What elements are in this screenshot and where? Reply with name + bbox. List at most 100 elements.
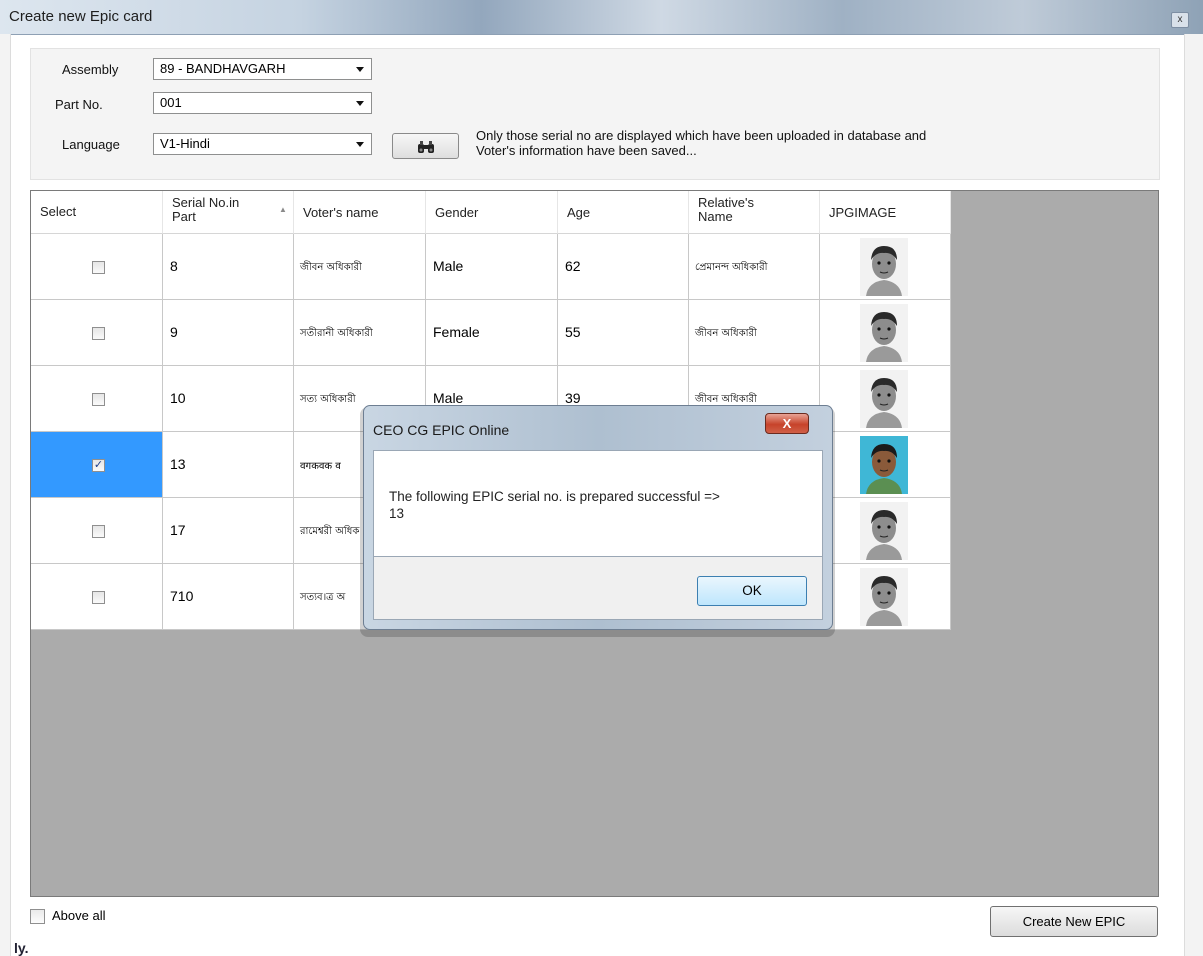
column-header-select[interactable]: Select xyxy=(31,191,163,234)
column-header-jpgimage[interactable]: JPGIMAGE xyxy=(820,191,951,234)
serial-value: 710 xyxy=(170,588,194,604)
create-new-epic-button[interactable]: Create New EPIC xyxy=(990,906,1158,937)
serial-value: 9 xyxy=(170,324,178,340)
chevron-down-icon xyxy=(356,101,364,106)
voter-photo xyxy=(860,370,908,428)
voter-name-value: জীবন অধিকারী xyxy=(300,262,362,273)
photo-cell xyxy=(820,300,951,365)
find-button[interactable] xyxy=(392,133,459,159)
column-header-age[interactable]: Age xyxy=(558,191,689,234)
select-cell[interactable] xyxy=(31,564,163,629)
age-value: 62 xyxy=(565,258,581,274)
dialog-message: The following EPIC serial no. is prepare… xyxy=(389,488,720,522)
relative-name-cell: জীবন অধিকারী xyxy=(689,300,820,365)
serial-cell: 710 xyxy=(163,564,294,629)
voter-name-cell: জীবন অধিকারী xyxy=(294,234,426,299)
assembly-value: 89 - BANDHAVGARH xyxy=(160,61,286,76)
voter-name-value: সত্য অধিকারী xyxy=(300,394,356,405)
photo-cell xyxy=(820,432,951,497)
column-header-gender[interactable]: Gender xyxy=(426,191,558,234)
part-no-select[interactable]: 001 xyxy=(153,92,372,114)
binoculars-icon xyxy=(417,141,434,154)
voter-photo xyxy=(860,568,908,626)
select-cell[interactable] xyxy=(31,234,163,299)
select-cell[interactable] xyxy=(31,366,163,431)
relative-header-text: Relative's Name xyxy=(698,195,754,224)
voter-photo xyxy=(860,238,908,296)
language-value: V1-Hindi xyxy=(160,136,210,151)
serial-value: 8 xyxy=(170,258,178,274)
age-value: 55 xyxy=(565,324,581,340)
age-cell: 62 xyxy=(558,234,689,299)
dialog-message-line-2: 13 xyxy=(389,506,405,521)
relative-name-cell: প্রেমানন্দ অধিকারী xyxy=(689,234,820,299)
age-cell: 55 xyxy=(558,300,689,365)
row-select-checkbox[interactable] xyxy=(92,591,105,604)
voter-photo xyxy=(860,436,908,494)
serial-value: 13 xyxy=(170,456,186,472)
row-select-checkbox[interactable]: ✓ xyxy=(92,459,105,472)
gender-value: Male xyxy=(433,258,464,274)
window-frame-right xyxy=(1184,34,1203,956)
dialog-message-line-1: The following EPIC serial no. is prepare… xyxy=(389,489,720,504)
serial-cell: 10 xyxy=(163,366,294,431)
gender-value: Male xyxy=(433,390,464,406)
dialog-title: CEO CG EPIC Online xyxy=(373,422,510,438)
above-all-label: Above all xyxy=(52,908,106,923)
chevron-down-icon xyxy=(356,67,364,72)
relative-name-value: জীবন অধিকারী xyxy=(695,328,757,339)
gender-cell: Male xyxy=(426,234,558,299)
column-header-relative-name[interactable]: Relative's Name xyxy=(689,191,820,234)
info-text: Only those serial no are displayed which… xyxy=(476,128,926,158)
sort-ascending-icon: ▲ xyxy=(279,205,287,214)
window-frame-left xyxy=(0,34,11,956)
chevron-down-icon xyxy=(356,142,364,147)
photo-cell xyxy=(820,564,951,629)
above-all-checkbox[interactable] xyxy=(30,909,45,924)
age-value: 39 xyxy=(565,390,581,406)
language-label: Language xyxy=(62,137,120,152)
info-line-1: Only those serial no are displayed which… xyxy=(476,128,927,143)
ok-button[interactable]: OK xyxy=(697,576,807,606)
select-cell[interactable] xyxy=(31,300,163,365)
voter-name-value: वगकवक व xyxy=(300,461,341,472)
row-select-checkbox[interactable] xyxy=(92,525,105,538)
window-title-bar xyxy=(0,0,1203,35)
photo-cell xyxy=(820,498,951,563)
corner-text: ly. xyxy=(14,940,29,956)
column-header-voter-name[interactable]: Voter's name xyxy=(294,191,426,234)
table-row[interactable]: 8 জীবন অধিকারী Male 62 প্রেমানন্দ অধিকারী xyxy=(31,234,951,300)
gender-cell: Female xyxy=(426,300,558,365)
window-close-button[interactable]: x xyxy=(1171,12,1189,28)
serial-cell: 17 xyxy=(163,498,294,563)
info-line-2: Voter's information have been saved... xyxy=(476,143,697,158)
voter-photo xyxy=(860,502,908,560)
photo-cell xyxy=(820,366,951,431)
dialog-close-button[interactable]: X xyxy=(765,413,809,434)
row-select-checkbox[interactable] xyxy=(92,393,105,406)
voter-name-value: সত্যব।ত্র অ xyxy=(300,592,346,603)
assembly-select[interactable]: 89 - BANDHAVGARH xyxy=(153,58,372,80)
table-row[interactable]: 9 সতীরানী অধিকারী Female 55 জীবন অধিকারী xyxy=(31,300,951,366)
serial-cell: 9 xyxy=(163,300,294,365)
voter-photo xyxy=(860,304,908,362)
select-cell[interactable] xyxy=(31,498,163,563)
voter-name-cell: সতীরানী অধিকারী xyxy=(294,300,426,365)
language-select[interactable]: V1-Hindi xyxy=(153,133,372,155)
row-select-checkbox[interactable] xyxy=(92,261,105,274)
part-no-value: 001 xyxy=(160,95,182,110)
assembly-label: Assembly xyxy=(62,62,119,77)
serial-value: 17 xyxy=(170,522,186,538)
serial-header-text: Serial No.in Part xyxy=(172,195,240,224)
window-title: Create new Epic card xyxy=(9,8,153,25)
serial-cell: 13 xyxy=(163,432,294,497)
serial-cell: 8 xyxy=(163,234,294,299)
row-select-checkbox[interactable] xyxy=(92,327,105,340)
select-cell[interactable]: ✓ xyxy=(31,432,163,497)
voter-name-value: রামেশ্বরী অধিক xyxy=(300,526,360,537)
gender-value: Female xyxy=(433,324,480,340)
voter-name-value: সতীরানী অধিকারী xyxy=(300,328,373,339)
photo-cell xyxy=(820,234,951,299)
part-no-label: Part No. xyxy=(55,97,103,112)
column-header-serial[interactable]: Serial No.in Part ▲ xyxy=(163,191,294,234)
